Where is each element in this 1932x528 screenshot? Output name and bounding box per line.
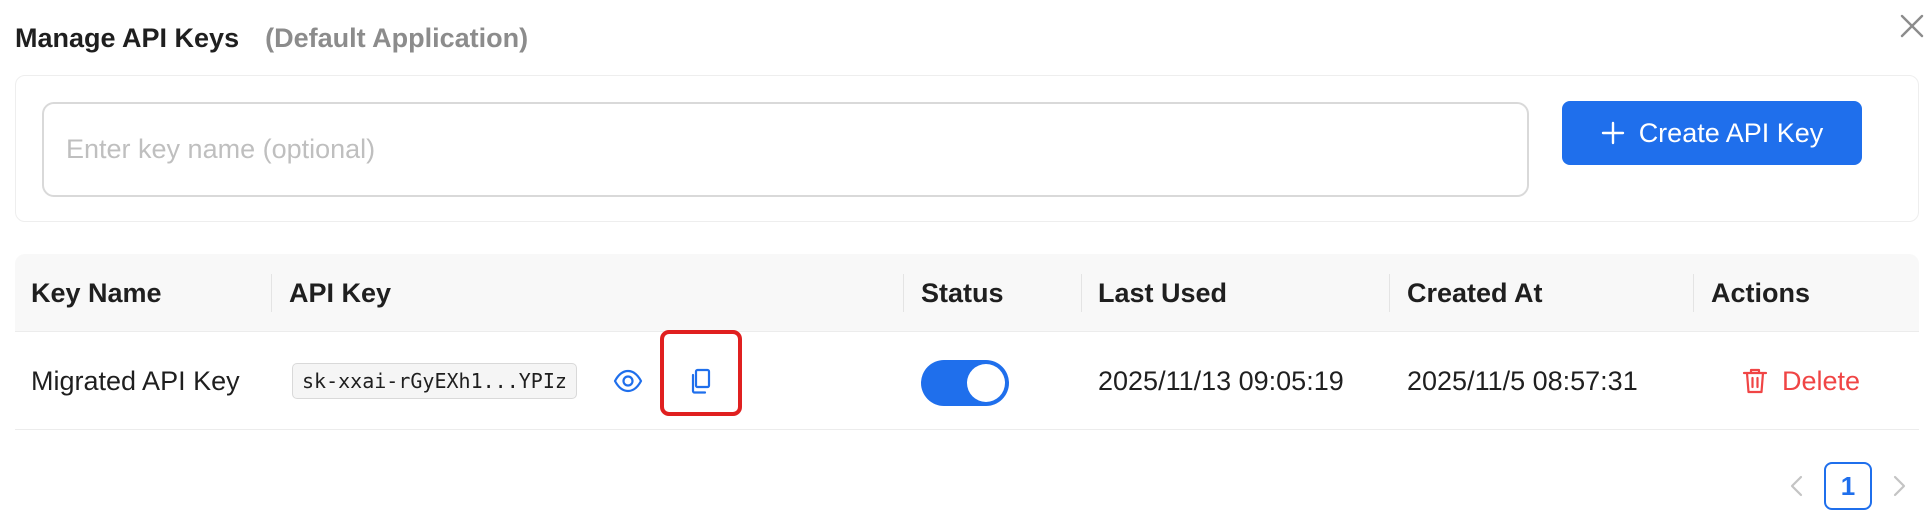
dialog-title: Manage API Keys bbox=[15, 22, 240, 53]
chevron-left-icon bbox=[1790, 475, 1803, 497]
copy-key-button[interactable] bbox=[684, 364, 718, 398]
key-name-input[interactable] bbox=[42, 102, 1529, 197]
api-key-value: sk-xxai-rGyEXh1...YPIz bbox=[292, 363, 577, 399]
create-api-key-button[interactable]: Create API Key bbox=[1562, 101, 1862, 165]
page-number-button[interactable]: 1 bbox=[1824, 462, 1872, 510]
eye-icon bbox=[613, 369, 643, 393]
column-divider bbox=[1693, 274, 1694, 312]
plus-icon bbox=[1601, 121, 1624, 145]
chevron-right-icon bbox=[1893, 475, 1906, 497]
toggle-knob bbox=[967, 364, 1005, 402]
trash-icon bbox=[1742, 368, 1768, 394]
pagination: 1 bbox=[1780, 462, 1916, 510]
column-divider bbox=[1389, 274, 1390, 312]
delete-label: Delete bbox=[1782, 365, 1861, 396]
column-divider bbox=[1081, 274, 1082, 312]
header-key-name: Key Name bbox=[31, 277, 162, 308]
prev-page-button[interactable] bbox=[1780, 469, 1814, 503]
create-key-card: Create API Key bbox=[15, 75, 1919, 222]
key-name-cell: Migrated API Key bbox=[31, 365, 240, 396]
created-at-cell: 2025/11/5 08:57:31 bbox=[1407, 365, 1638, 396]
dialog-header: Manage API Keys (Default Application) bbox=[15, 18, 528, 58]
column-divider bbox=[903, 274, 904, 312]
close-icon bbox=[1900, 14, 1924, 38]
dialog-subtitle: (Default Application) bbox=[265, 22, 529, 53]
delete-button[interactable]: Delete bbox=[1742, 332, 1860, 430]
copy-icon bbox=[691, 368, 711, 394]
column-divider bbox=[271, 274, 272, 312]
api-keys-table: Key Name API Key Status Last Used Create… bbox=[15, 254, 1919, 430]
manage-api-keys-dialog: Manage API Keys (Default Application) Cr… bbox=[0, 0, 1932, 528]
api-key-cell: sk-xxai-rGyEXh1...YPIz bbox=[292, 332, 577, 430]
next-page-button[interactable] bbox=[1882, 469, 1916, 503]
show-key-button[interactable] bbox=[611, 364, 645, 398]
header-actions: Actions bbox=[1711, 277, 1811, 308]
table-header: Key Name API Key Status Last Used Create… bbox=[15, 254, 1919, 332]
create-api-key-label: Create API Key bbox=[1638, 117, 1824, 148]
close-button[interactable] bbox=[1896, 10, 1928, 42]
header-api-key: API Key bbox=[289, 277, 392, 308]
last-used-cell: 2025/11/13 09:05:19 bbox=[1098, 365, 1344, 396]
header-created-at: Created At bbox=[1407, 277, 1543, 308]
header-status: Status bbox=[921, 277, 1004, 308]
table-row: Migrated API Key sk-xxai-rGyEXh1...YPIz bbox=[15, 330, 1919, 430]
header-last-used: Last Used bbox=[1098, 277, 1228, 308]
status-toggle[interactable] bbox=[921, 360, 1009, 406]
